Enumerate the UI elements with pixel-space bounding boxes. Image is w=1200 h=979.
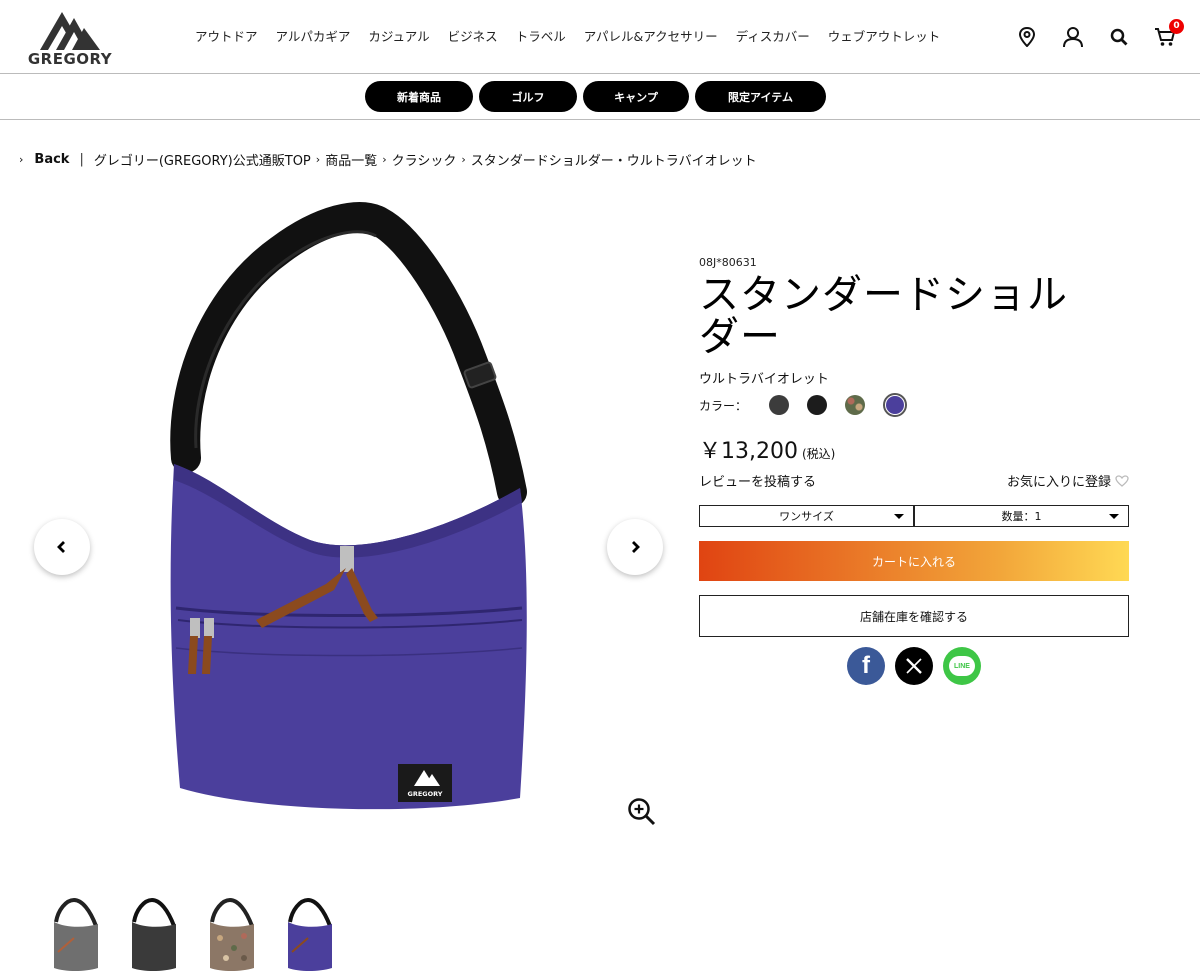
pill-golf[interactable]: ゴルフ [479,81,577,112]
breadcrumb-top[interactable]: グレゴリー(GREGORY)公式通販TOP [94,150,311,169]
chevron-right-icon: › [19,153,24,166]
thumbnail-gray[interactable] [44,892,108,974]
line-icon-text: LINE [954,662,970,670]
logo-text: GREGORY [27,50,113,68]
back-link[interactable]: Back [34,152,69,167]
thumbnail-pattern[interactable] [200,892,264,974]
line-share-button[interactable]: LINE [943,647,981,685]
quantity-select[interactable]: 数量：1 [914,505,1129,527]
quantity-select-value: 数量：1 [1001,510,1042,523]
add-to-cart-button[interactable]: カートに入れる [699,541,1129,581]
chevron-left-icon [57,541,65,553]
size-select[interactable]: ワンサイズ [699,505,914,527]
pill-new-arrivals[interactable]: 新着商品 [365,81,473,112]
color-label: カラー： [699,398,748,413]
sub-nav: 新着商品 ゴルフ キャンプ 限定アイテム [0,74,1200,120]
review-favorite-row: レビューを投稿する お気に入りに登録 [699,471,1129,490]
chevron-down-icon [1109,514,1119,519]
nav-item-apparel[interactable]: アパレル&アクセサリー [584,26,718,45]
chevron-down-icon [894,514,904,519]
size-select-value: ワンサイズ [779,510,834,523]
line-icon: LINE [949,656,975,676]
x-share-button[interactable] [895,647,933,685]
breadcrumb-classic[interactable]: クラシック [392,150,457,169]
product-name-line2: ダー [699,314,781,360]
cart-icon[interactable]: 0 [1152,19,1184,50]
category-pills: 新着商品 ゴルフ キャンプ 限定アイテム [365,81,832,112]
color-name: ウルトラバイオレット [699,372,829,387]
color-swatch-black[interactable] [807,395,827,415]
zoom-in-icon[interactable] [626,796,658,828]
option-selects: ワンサイズ 数量：1 [699,505,1129,527]
color-swatch-pattern[interactable] [845,395,865,415]
logo-mountain-icon [40,12,100,50]
facebook-share-button[interactable]: f [847,647,885,685]
breadcrumb: › Back | グレゴリー(GREGORY)公式通販TOP › 商品一覧 › … [14,150,757,169]
price: ￥13,200 (税込) [699,433,1129,465]
nav-item-business[interactable]: ビジネス [448,26,498,45]
bag-label-text: GREGORY [408,790,443,798]
store-locator-icon[interactable] [1014,24,1040,50]
favorite-label: お気に入りに登録 [1006,475,1111,490]
nav-item-alpaca-gear[interactable]: アルパカギア [276,26,351,45]
add-to-favorites[interactable]: お気に入りに登録 [1007,471,1129,490]
chevron-right-icon: › [382,153,387,166]
site-header: GREGORY アウトドア アルパカギア カジュアル ビジネス トラベル アパレ… [0,0,1200,74]
product-name-line1: スタンダードショル [699,272,1068,318]
breadcrumb-divider: | [79,152,84,167]
nav-item-discover[interactable]: ディスカバー [736,26,810,45]
pill-camp[interactable]: キャンプ [583,81,689,112]
product-image: GREGORY [170,202,527,810]
product-name: スタンダードショル ダー [699,274,1129,358]
x-logo-icon [906,658,922,674]
price-value: ￥13,200 [699,439,798,464]
thumbnail-black[interactable] [122,892,186,974]
facebook-icon: f [862,652,870,679]
write-review-link[interactable]: レビューを投稿する [699,471,816,490]
thumbnail-ultraviolet[interactable] [278,892,342,974]
breadcrumb-product-list[interactable]: 商品一覧 [325,150,377,169]
nav-item-web-outlet[interactable]: ウェブアウトレット [828,26,941,45]
main-nav: アウトドア アルパカギア カジュアル ビジネス トラベル アパレル&アクセサリー… [186,26,949,45]
thumbnail-strip [44,892,356,974]
nav-item-outdoor[interactable]: アウトドア [195,26,258,45]
nav-item-travel[interactable]: トラベル [516,26,566,45]
color-selector: カラー： [699,393,1129,417]
gregory-logo[interactable]: GREGORY [22,8,118,68]
breadcrumb-current: スタンダードショルダー・ウルトラバイオレット [470,154,757,169]
price-tax-note: (税込) [801,447,836,461]
color-swatch-ultraviolet[interactable] [883,393,907,417]
chevron-right-icon [632,541,640,553]
chevron-right-icon: › [315,153,321,166]
prev-image-button[interactable] [34,519,90,575]
next-image-button[interactable] [607,519,663,575]
pill-limited-items[interactable]: 限定アイテム [695,81,826,112]
product-info: 08J*80631 スタンダードショル ダー ウルトラバイオレット カラー： ￥… [699,256,1129,685]
heart-icon [1115,474,1129,487]
account-icon[interactable] [1060,24,1086,50]
search-icon[interactable] [1106,24,1132,50]
header-icons: 0 [994,19,1184,50]
chevron-right-icon: › [461,153,466,166]
nav-item-casual[interactable]: カジュアル [368,26,429,45]
social-share: f LINE [699,647,1129,685]
color-swatch-gray[interactable] [769,395,789,415]
product-sku: 08J*80631 [699,256,757,269]
check-store-stock-button[interactable]: 店舗在庫を確認する [699,595,1129,637]
cart-count-badge: 0 [1169,19,1184,34]
product-gallery: GREGORY [0,190,680,850]
